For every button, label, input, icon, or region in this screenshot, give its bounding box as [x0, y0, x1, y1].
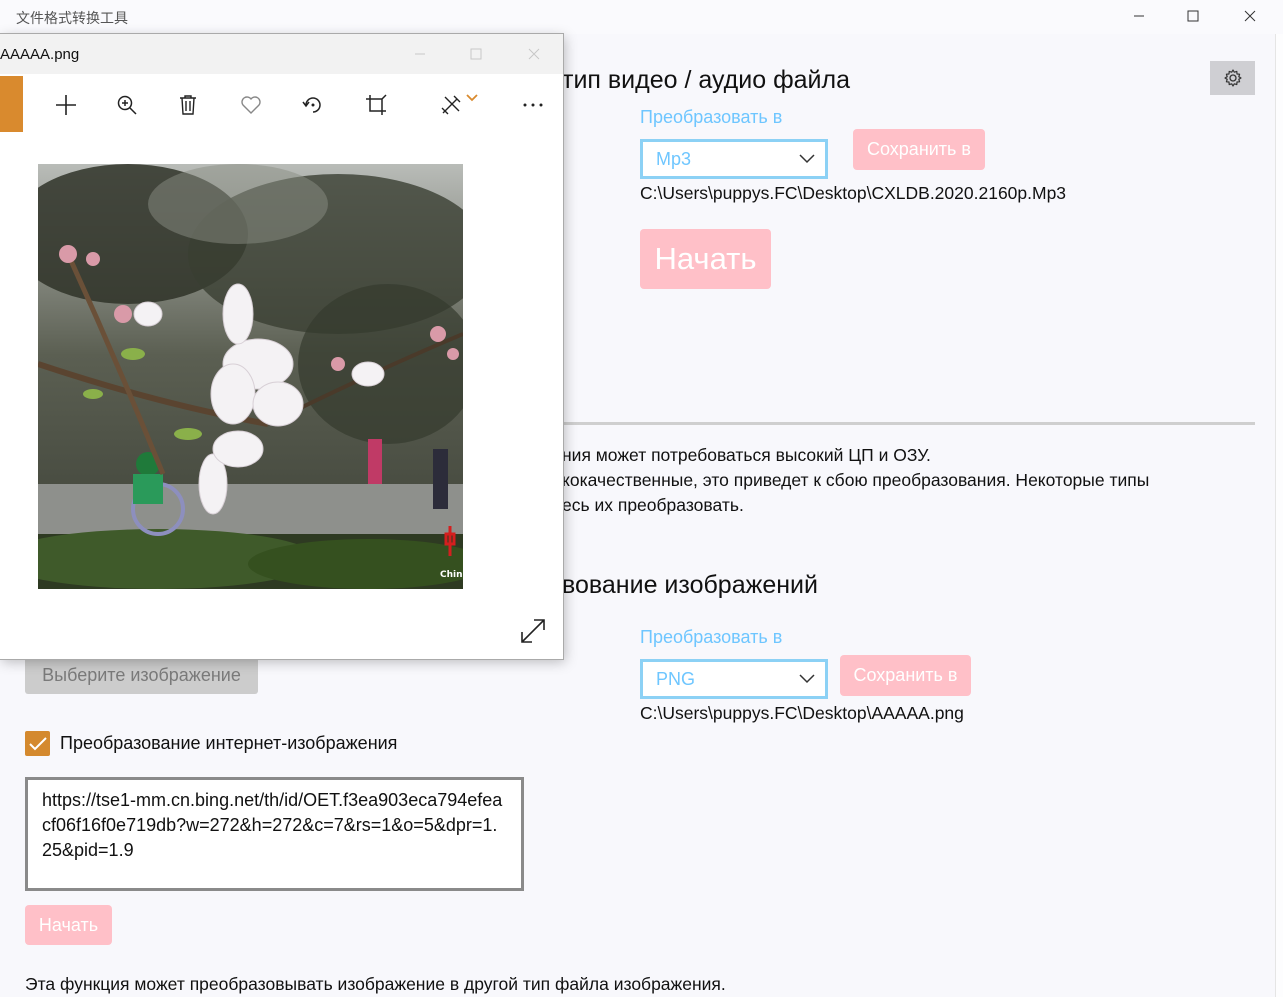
video-convert-label: Преобразовать в	[640, 107, 783, 127]
delete-button[interactable]	[172, 90, 204, 120]
image-output-path: C:\Users\puppys.FC\Desktop\AAAAA.png	[640, 703, 964, 723]
more-button[interactable]	[517, 90, 549, 120]
checkmark-icon	[28, 736, 47, 750]
favorite-icon	[241, 96, 261, 114]
chevron-down-icon	[799, 674, 815, 684]
minimize-icon	[1134, 15, 1144, 17]
cherry-blossom-photo: Chin	[38, 164, 463, 589]
close-icon	[1244, 10, 1256, 22]
image-section-description: Эта функция может преобразовывать изобра…	[25, 974, 726, 994]
image-url-input[interactable]: https://tse1-mm.cn.bing.net/th/id/OET.f3…	[25, 777, 524, 891]
maximize-button[interactable]	[1170, 0, 1216, 32]
fullscreen-button[interactable]	[516, 614, 550, 648]
video-save-button[interactable]: Сохранить в	[853, 129, 985, 170]
add-icon	[56, 95, 76, 115]
close-button[interactable]	[1227, 0, 1273, 32]
delete-icon	[180, 95, 196, 115]
photo-viewer-title: AAAAA.png	[0, 46, 80, 63]
photo-viewer-title-bar[interactable]: AAAAA.png	[0, 34, 563, 74]
viewer-minimize-button[interactable]	[400, 40, 440, 68]
image-convert-label: Преобразовать в	[640, 627, 783, 647]
chevron-down-icon	[466, 94, 478, 102]
viewer-close-button[interactable]	[514, 40, 554, 68]
maximize-icon	[1187, 10, 1199, 22]
add-button[interactable]	[50, 90, 82, 120]
video-format-value: Mp3	[656, 148, 692, 169]
watermark-text: Chin	[440, 570, 463, 580]
app-title-bar: 文件格式转换工具	[0, 0, 1283, 34]
photo-viewer-window[interactable]: AAAAA.png Chin	[0, 34, 563, 659]
image-format-value: PNG	[656, 668, 696, 689]
minimize-button[interactable]	[1116, 0, 1162, 32]
rotate-button[interactable]	[297, 90, 329, 120]
image-save-button[interactable]: Сохранить в	[840, 655, 971, 696]
image-section-title: вование изображений	[562, 571, 818, 599]
gear-icon	[1223, 69, 1242, 87]
favorite-button[interactable]	[235, 90, 267, 120]
note-line-2: кокачественные, это приведет к сбою прео…	[562, 470, 1150, 490]
app-title: 文件格式转换工具	[16, 10, 128, 26]
video-output-path: C:\Users\puppys.FC\Desktop\CXLDB.2020.21…	[640, 183, 1067, 203]
image-format-select[interactable]: PNG	[640, 659, 828, 699]
select-image-button[interactable]: Выберите изображение	[25, 657, 258, 694]
maximize-icon	[470, 48, 482, 60]
scrollbar-track[interactable]	[1275, 34, 1283, 997]
rotate-icon	[302, 97, 321, 113]
minimize-icon	[415, 53, 425, 55]
viewer-accent-bar	[0, 76, 23, 132]
expand-icon	[521, 619, 545, 643]
crop-icon	[366, 94, 387, 115]
viewer-maximize-button[interactable]	[456, 40, 496, 68]
close-icon	[528, 48, 540, 60]
video-start-button[interactable]: Начать	[640, 229, 771, 289]
note-line-1: ния может потребоваться высокий ЦП и ОЗУ…	[562, 445, 931, 465]
edit-icon	[441, 95, 461, 115]
edit-create-button[interactable]	[434, 90, 484, 120]
zoom-button[interactable]	[111, 90, 143, 120]
video-section-title: тип видео / аудио файла	[562, 66, 851, 94]
video-format-select[interactable]: Mp3	[640, 139, 828, 179]
internet-image-checkbox[interactable]	[25, 731, 50, 756]
settings-button[interactable]	[1210, 61, 1255, 95]
crop-button[interactable]	[360, 90, 392, 120]
section-divider	[560, 422, 1255, 425]
note-line-3: есь их преобразовать.	[562, 495, 744, 515]
chevron-down-icon	[799, 154, 815, 164]
image-start-button[interactable]: Начать	[25, 905, 112, 945]
more-icon	[523, 103, 543, 107]
zoom-icon	[117, 95, 137, 115]
internet-image-checkbox-label[interactable]: Преобразование интернет-изображения	[60, 733, 397, 754]
